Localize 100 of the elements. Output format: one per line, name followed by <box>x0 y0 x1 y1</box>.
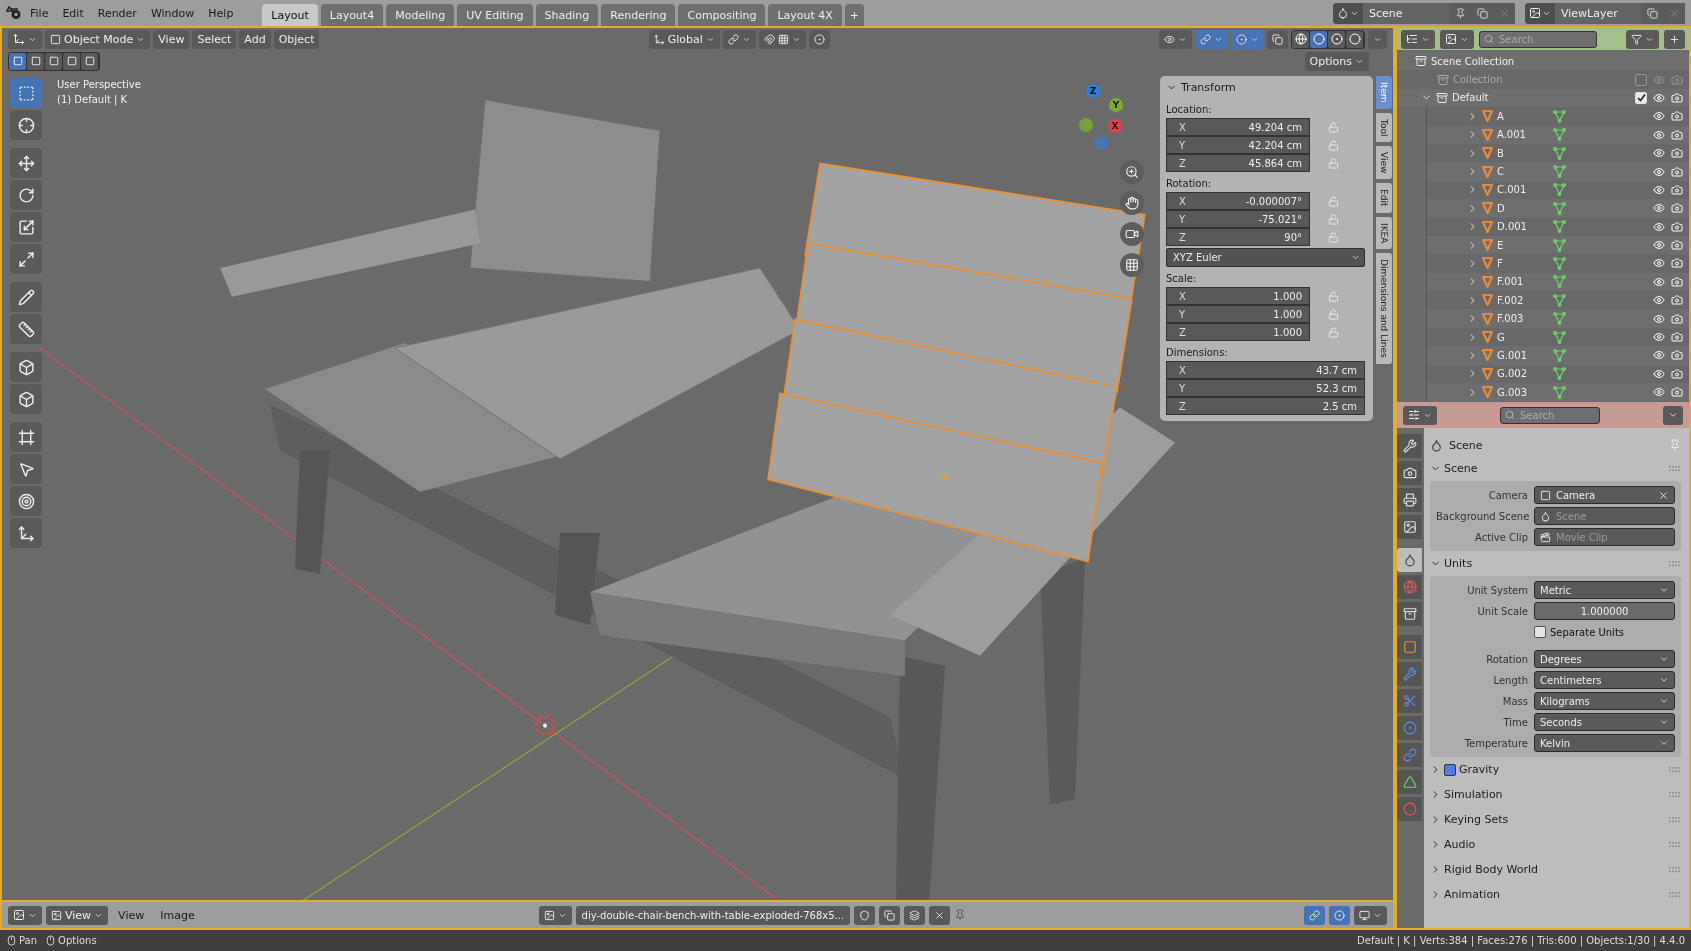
dropdown[interactable]: Seconds <box>1534 713 1675 731</box>
workspace-tab[interactable]: Layout4 <box>320 4 384 26</box>
dropdown[interactable]: Degrees <box>1534 650 1675 668</box>
workspace-tab[interactable]: Shading <box>535 4 599 26</box>
section-title[interactable]: Scene <box>1444 462 1478 475</box>
number-field[interactable]: X -0.000007° <box>1166 192 1310 210</box>
sidebar-tab[interactable]: Tool <box>1376 112 1392 142</box>
viewport-menu[interactable]: Add <box>239 29 271 49</box>
viewport-menu[interactable]: Select <box>192 29 237 49</box>
axis-label[interactable]: X <box>1108 119 1122 133</box>
viewport-info-text: (1) Default | K <box>57 94 129 105</box>
search-field[interactable]: Search <box>1500 406 1600 424</box>
menu-item[interactable]: Help <box>202 4 240 22</box>
field-label: Unit System <box>1466 584 1528 596</box>
axis-label: Z <box>1179 157 1186 169</box>
number-field[interactable]: Y -75.021° <box>1166 210 1310 228</box>
sidebar-tab[interactable]: Dimensions and Lines <box>1376 253 1392 364</box>
number-field[interactable]: X 1.000 <box>1166 287 1310 305</box>
collection-name[interactable]: Scene Collection <box>1431 55 1515 67</box>
number-field[interactable]: Y 42.204 cm <box>1166 136 1310 154</box>
dropdown[interactable]: Kelvin <box>1534 734 1675 752</box>
object-name[interactable]: G.002 <box>1497 368 1549 380</box>
workspace-tab[interactable]: UV Editing <box>457 4 533 26</box>
axis-label: Y <box>1179 382 1186 394</box>
rotation-mode-dropdown[interactable]: XYZ Euler <box>1166 248 1365 267</box>
axis-label[interactable]: Y <box>1109 98 1123 112</box>
scene-field[interactable]: Scene <box>1363 2 1449 24</box>
section-title[interactable]: Keying Sets <box>1444 813 1509 826</box>
axis-label[interactable]: Z <box>1086 84 1100 98</box>
menu-item[interactable]: Edit <box>56 4 90 22</box>
object-name[interactable]: F.002 <box>1497 294 1549 306</box>
collection-name[interactable]: Default <box>1452 92 1504 104</box>
group-label: Location: <box>1166 104 1213 115</box>
section-title[interactable]: Animation <box>1444 888 1501 901</box>
object-name[interactable]: D <box>1497 202 1549 214</box>
section-title[interactable]: Gravity <box>1459 763 1500 776</box>
object-name[interactable]: G.003 <box>1497 386 1549 398</box>
object-name[interactable]: F <box>1497 258 1549 269</box>
workspace-tab[interactable]: Layout <box>262 4 318 26</box>
options-dropdown[interactable]: Options <box>1304 51 1369 71</box>
object-name[interactable]: C.001 <box>1497 184 1549 196</box>
search-field[interactable]: Search <box>1479 30 1597 48</box>
group-label: Dimensions: <box>1166 347 1229 358</box>
number-field[interactable]: Z 2.5 cm <box>1166 397 1365 415</box>
view-dropdown[interactable]: View <box>46 905 109 925</box>
axis-label: X <box>1179 290 1186 302</box>
field-label: Time <box>1502 716 1528 728</box>
object-name[interactable]: G.001 <box>1497 349 1549 361</box>
number-field[interactable]: X 43.7 cm <box>1166 361 1365 379</box>
number-field[interactable]: Z 90° <box>1166 228 1310 246</box>
object-name[interactable]: B <box>1497 147 1549 159</box>
object-name[interactable]: F.001 <box>1497 276 1549 288</box>
axis-label: Y <box>1179 308 1186 320</box>
checkbox-label[interactable]: Separate Units <box>1550 626 1625 638</box>
workspace-tab[interactable]: Compositing <box>678 4 766 26</box>
sidebar-tab[interactable]: Edit <box>1376 183 1392 213</box>
dropdown[interactable]: Metric <box>1534 581 1675 599</box>
panel-title[interactable]: Transform <box>1181 80 1236 94</box>
menu-item[interactable]: File <box>24 4 55 22</box>
workspace-tab[interactable]: Layout 4X <box>768 4 842 26</box>
section-title[interactable]: Simulation <box>1444 788 1503 801</box>
menu-item[interactable]: Render <box>91 4 143 22</box>
object-name[interactable]: G <box>1497 331 1549 343</box>
number-field[interactable]: Y 52.3 cm <box>1166 379 1365 397</box>
sidebar-tab[interactable]: View <box>1376 146 1392 180</box>
image-name-field[interactable]: diy-double-chair-bench-with-table-exploded-768x5... <box>575 905 851 925</box>
object-name[interactable]: D.001 <box>1497 221 1549 233</box>
workspace-tab[interactable]: Modeling <box>386 4 455 26</box>
number-field[interactable]: Y 1.000 <box>1166 305 1310 323</box>
status-hint: Pan <box>19 935 38 946</box>
mode-dropdown[interactable]: Object Mode <box>45 29 151 49</box>
view-layer-field[interactable]: ViewLayer <box>1555 2 1641 24</box>
menu-item[interactable]: Window <box>144 4 201 22</box>
viewport-menu[interactable]: View <box>153 29 190 49</box>
object-name[interactable]: E <box>1497 239 1549 251</box>
dropdown[interactable]: Kilograms <box>1534 692 1675 710</box>
number-field[interactable]: X 49.204 cm <box>1166 118 1310 136</box>
dropdown[interactable]: Centimeters <box>1534 671 1675 689</box>
orientation-dropdown[interactable]: Global <box>648 29 720 49</box>
add-workspace-button[interactable]: + <box>844 4 865 26</box>
image-menu[interactable]: View <box>112 906 151 924</box>
sidebar-tab[interactable]: IKEA <box>1376 216 1392 250</box>
object-name[interactable]: C <box>1497 166 1549 178</box>
viewport-menu[interactable]: Object <box>273 29 320 49</box>
object-name[interactable]: A.001 <box>1497 129 1549 141</box>
group-label: Rotation: <box>1166 178 1213 189</box>
section-title[interactable]: Rigid Body World <box>1444 863 1538 876</box>
field-label: Temperature <box>1463 737 1528 749</box>
image-menu[interactable]: Image <box>154 906 201 924</box>
section-title[interactable]: Units <box>1444 557 1473 570</box>
object-name[interactable]: A <box>1497 110 1549 122</box>
section-title[interactable]: Audio <box>1444 838 1476 851</box>
field-label: Rotation <box>1485 653 1528 665</box>
number-field[interactable]: Z 1.000 <box>1166 323 1310 341</box>
object-name[interactable]: F.003 <box>1497 313 1549 325</box>
object-field[interactable]: Camera <box>1534 486 1675 504</box>
number-field[interactable]: Z 45.864 cm <box>1166 154 1310 172</box>
workspace-tab[interactable]: Rendering <box>601 4 676 26</box>
sidebar-tab[interactable]: Item <box>1376 76 1392 109</box>
number-field[interactable]: 1.000000 <box>1534 602 1675 620</box>
